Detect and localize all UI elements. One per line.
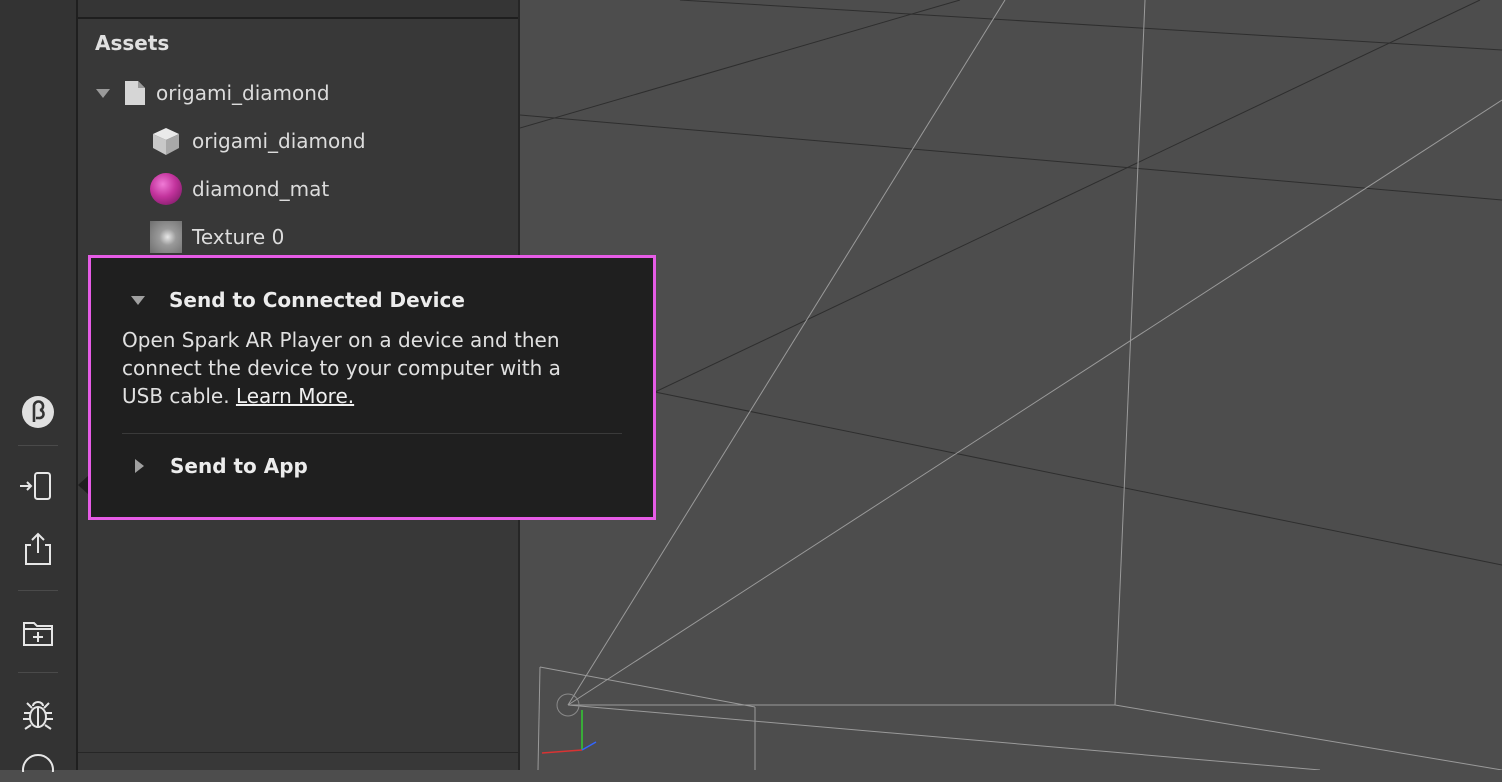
add-folder-button[interactable] (0, 605, 76, 661)
material-sphere-icon (150, 173, 182, 205)
bug-icon (23, 701, 53, 730)
popup-pointer (78, 476, 88, 494)
add-folder-icon (23, 622, 53, 646)
popup-divider (122, 433, 622, 434)
mesh-cube-icon (153, 128, 179, 155)
expand-arrow-icon[interactable] (135, 459, 144, 473)
toolbar-divider (18, 445, 58, 446)
debug-button[interactable] (0, 686, 76, 742)
help-button[interactable] (0, 752, 76, 782)
share-upload-icon (25, 532, 51, 565)
help-icon (22, 754, 54, 772)
left-toolbar (0, 0, 78, 772)
send-to-device-icon (20, 472, 51, 500)
asset-item-texture[interactable]: Texture 0 (150, 217, 284, 257)
send-to-connected-device-header[interactable]: Send to Connected Device (131, 288, 465, 312)
scene-viewport[interactable] (519, 0, 1502, 771)
asset-item-label: diamond_mat (192, 177, 330, 201)
beta-button[interactable] (0, 384, 76, 440)
panel-header-strip (78, 0, 518, 19)
asset-item-label: origami_diamond (192, 129, 366, 153)
asset-item-material[interactable]: diamond_mat (150, 169, 329, 209)
toolbar-divider (18, 590, 58, 591)
section-description: Open Spark AR Player on a device and the… (122, 326, 592, 410)
texture-thumbnail-icon (150, 221, 182, 253)
assets-title: Assets (95, 31, 170, 55)
asset-item-label: Texture 0 (192, 225, 285, 249)
section-title: Send to App (170, 454, 308, 478)
panel-divider (78, 752, 518, 753)
learn-more-link[interactable]: Learn More. (236, 384, 354, 408)
send-to-app-header[interactable]: Send to App (135, 454, 308, 478)
beta-icon (22, 396, 54, 428)
viewport-grid (519, 0, 1502, 771)
file-icon (125, 81, 145, 105)
collapse-arrow-icon[interactable] (131, 295, 145, 305)
test-on-device-popup: Send to Connected Device Open Spark AR P… (88, 255, 656, 520)
section-title: Send to Connected Device (169, 288, 465, 312)
asset-item-file[interactable]: origami_diamond (96, 73, 330, 113)
send-to-device-button[interactable] (0, 458, 76, 514)
asset-item-mesh[interactable]: origami_diamond (150, 121, 366, 161)
toolbar-divider (18, 672, 58, 673)
share-button[interactable] (0, 521, 76, 577)
expand-arrow-icon[interactable] (96, 88, 110, 98)
asset-item-label: origami_diamond (156, 81, 330, 105)
